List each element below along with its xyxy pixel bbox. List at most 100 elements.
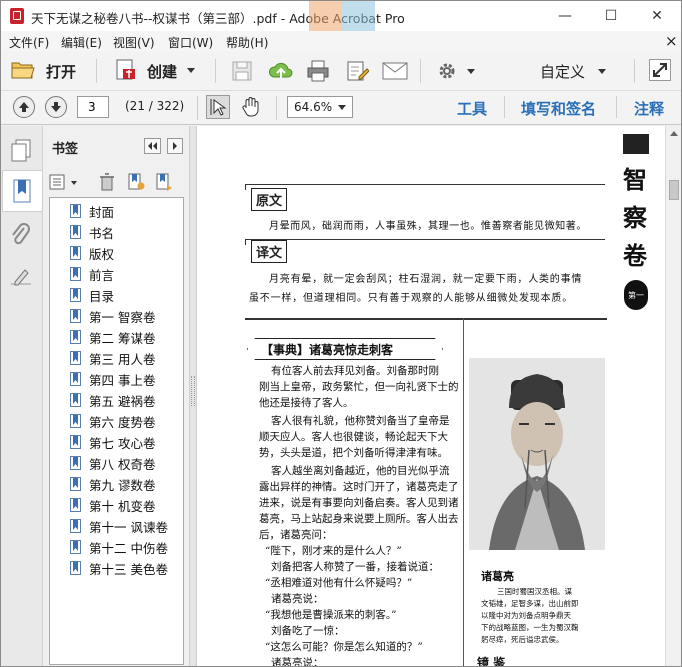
portrait-desc-line: 以隆中对为刘备点明争鼎天 (481, 611, 571, 620)
side-title-column: 智 察 卷 第一 (621, 134, 651, 314)
bookmark-page-icon (70, 309, 81, 323)
main-toolbar: 打开 创建 自定义 (1, 51, 681, 91)
bookmark-item[interactable]: 目录 (70, 285, 114, 305)
bookmark-item[interactable]: 第七 攻心卷 (70, 432, 155, 452)
mirror-heading: 镜 鉴 (477, 656, 506, 667)
bookmark-page-icon (70, 456, 81, 470)
acrobat-window: 天下无谋之秘卷八书--权谋书（第三部）.pdf - Adobe Acrobat … (0, 0, 682, 667)
document-view[interactable]: 智 察 卷 第一 原文 月晕而风，础润而雨，人事虽殊，其理一也。惟善察者能见微知… (197, 126, 665, 667)
bookmark-item[interactable]: 第九 谬数卷 (70, 474, 155, 494)
minimize-button[interactable]: — (542, 1, 588, 31)
pages-thumbnail-icon[interactable] (10, 138, 32, 162)
story-line: 他还是接待了客人。 (259, 397, 354, 409)
select-cursor-icon[interactable] (206, 95, 230, 119)
save-icon[interactable] (231, 60, 253, 82)
attachment-paperclip-icon[interactable] (10, 222, 32, 248)
bookmark-page-icon (70, 519, 81, 533)
side-title-char: 智 (623, 165, 647, 194)
bookmark-item[interactable]: 第十二 中伤卷 (70, 537, 168, 557)
comment-pane-link[interactable]: 注释 (634, 98, 664, 119)
dialog-line: “这怎么可能？你是怎么知道的？” (265, 641, 423, 653)
menu-file[interactable]: 文件(F) (9, 34, 49, 51)
bookmark-item[interactable]: 第八 权奇卷 (70, 453, 155, 473)
email-icon[interactable] (382, 61, 408, 81)
bookmark-item[interactable]: 封面 (70, 201, 114, 221)
yiwen-line: 月亮有晕，就一定会刮风；柱石湿润，就一定要下雨，人类的事情 (269, 274, 583, 285)
expand-bookmark-icon[interactable] (155, 173, 173, 191)
hand-tool-icon[interactable] (240, 96, 262, 118)
gear-icon[interactable] (437, 61, 457, 81)
bookmark-item[interactable]: 第十三 美色卷 (70, 558, 168, 578)
story-line: 势，头头是道，把个刘备听得津津有味。 (259, 447, 448, 459)
create-pdf-icon[interactable] (114, 58, 138, 82)
column-divider (463, 318, 464, 666)
menu-edit[interactable]: 编辑(E) (61, 34, 102, 51)
signature-pen-icon[interactable] (9, 266, 33, 288)
bookmark-item[interactable]: 第六 度势卷 (70, 411, 155, 431)
previous-page-icon[interactable] (13, 96, 35, 118)
collapse-panel-icon[interactable] (144, 138, 161, 154)
menu-window[interactable]: 窗口(W) (168, 34, 213, 51)
bookmark-item[interactable]: 第十一 讽谏卷 (70, 516, 168, 536)
zoom-value: 64.6% (294, 100, 333, 114)
bookmark-item[interactable]: 书名 (70, 222, 114, 242)
yiwen-bracket (245, 239, 605, 245)
menu-help[interactable]: 帮助(H) (226, 34, 268, 51)
new-bookmark-icon[interactable] (127, 173, 145, 191)
zoom-select[interactable]: 64.6% (287, 96, 353, 118)
create-button[interactable]: 创建 (147, 61, 177, 82)
open-button[interactable]: 打开 (46, 61, 76, 82)
maximize-button[interactable]: ☐ (588, 1, 634, 31)
yiwen-heading: 译文 (251, 240, 288, 263)
gear-dropdown-icon[interactable] (467, 69, 475, 74)
dialog-line: 诸葛亮说： (271, 593, 324, 605)
expand-icon[interactable] (649, 59, 671, 81)
scroll-up-icon[interactable] (670, 131, 678, 136)
next-page-icon[interactable] (45, 96, 67, 118)
panel-arrow-right-icon[interactable] (167, 138, 183, 154)
close-document-button[interactable]: × (665, 32, 678, 50)
close-button[interactable]: ✕ (634, 1, 680, 31)
bookmark-item[interactable]: 第五 避祸卷 (70, 390, 155, 410)
folder-open-icon[interactable] (11, 60, 35, 80)
story-line: 顺天应人。客人也很健谈，畅论起天下大 (259, 431, 448, 443)
bookmarks-tab[interactable] (2, 170, 42, 212)
bookmark-item[interactable]: 版权 (70, 243, 114, 263)
page-number-input[interactable] (77, 96, 109, 118)
zoom-dropdown-icon[interactable] (338, 105, 346, 110)
story-line: 葛亮，马上站起身来说要上厕所。客人出去 (259, 513, 459, 525)
story-line: 刚当上皇帝，政务繁忙，但一向礼贤下士的 (259, 381, 459, 393)
bookmark-item[interactable]: 第三 用人卷 (70, 348, 155, 368)
portrait-caption: 诸葛亮 (481, 570, 514, 583)
print-icon[interactable] (306, 59, 330, 83)
scroll-thumb[interactable] (669, 180, 679, 200)
menu-view[interactable]: 视图(V) (113, 34, 155, 51)
bookmark-page-icon (70, 540, 81, 554)
bookmark-item[interactable]: 第十 机变卷 (70, 495, 155, 515)
vertical-scrollbar[interactable] (665, 126, 681, 666)
customize-dropdown-icon[interactable] (598, 69, 606, 74)
bookmark-page-icon (70, 204, 81, 218)
page-count-status: (21 / 322) (125, 99, 185, 113)
fill-sign-pane-link[interactable]: 填写和签名 (521, 98, 596, 119)
create-dropdown-icon[interactable] (187, 68, 195, 73)
app-pdf-icon (10, 8, 24, 24)
yuanwen-bracket (245, 184, 605, 190)
bookmark-item[interactable]: 第四 事上卷 (70, 369, 155, 389)
bookmark-icon (13, 179, 31, 203)
story-line: 进来，说是有事要向刘备启奏。客人见到诸 (259, 497, 459, 509)
tools-pane-link[interactable]: 工具 (457, 98, 487, 119)
bookmark-options-dropdown-icon[interactable] (71, 181, 77, 185)
side-title-char: 察 (623, 203, 647, 232)
dialog-line: “丞相难道对他有什么怀疑吗？” (265, 577, 413, 589)
panel-splitter[interactable] (189, 126, 197, 666)
customize-button[interactable]: 自定义 (540, 61, 585, 82)
delete-bookmark-icon[interactable] (99, 173, 115, 191)
bookmark-item[interactable]: 第二 筹谋卷 (70, 327, 155, 347)
cloud-upload-icon[interactable] (268, 59, 294, 83)
bookmark-page-icon (70, 267, 81, 281)
bookmark-options-icon[interactable] (49, 174, 69, 190)
bookmark-item[interactable]: 前言 (70, 264, 114, 284)
edit-document-icon[interactable] (345, 59, 370, 83)
bookmark-item[interactable]: 第一 智察卷 (70, 306, 155, 326)
